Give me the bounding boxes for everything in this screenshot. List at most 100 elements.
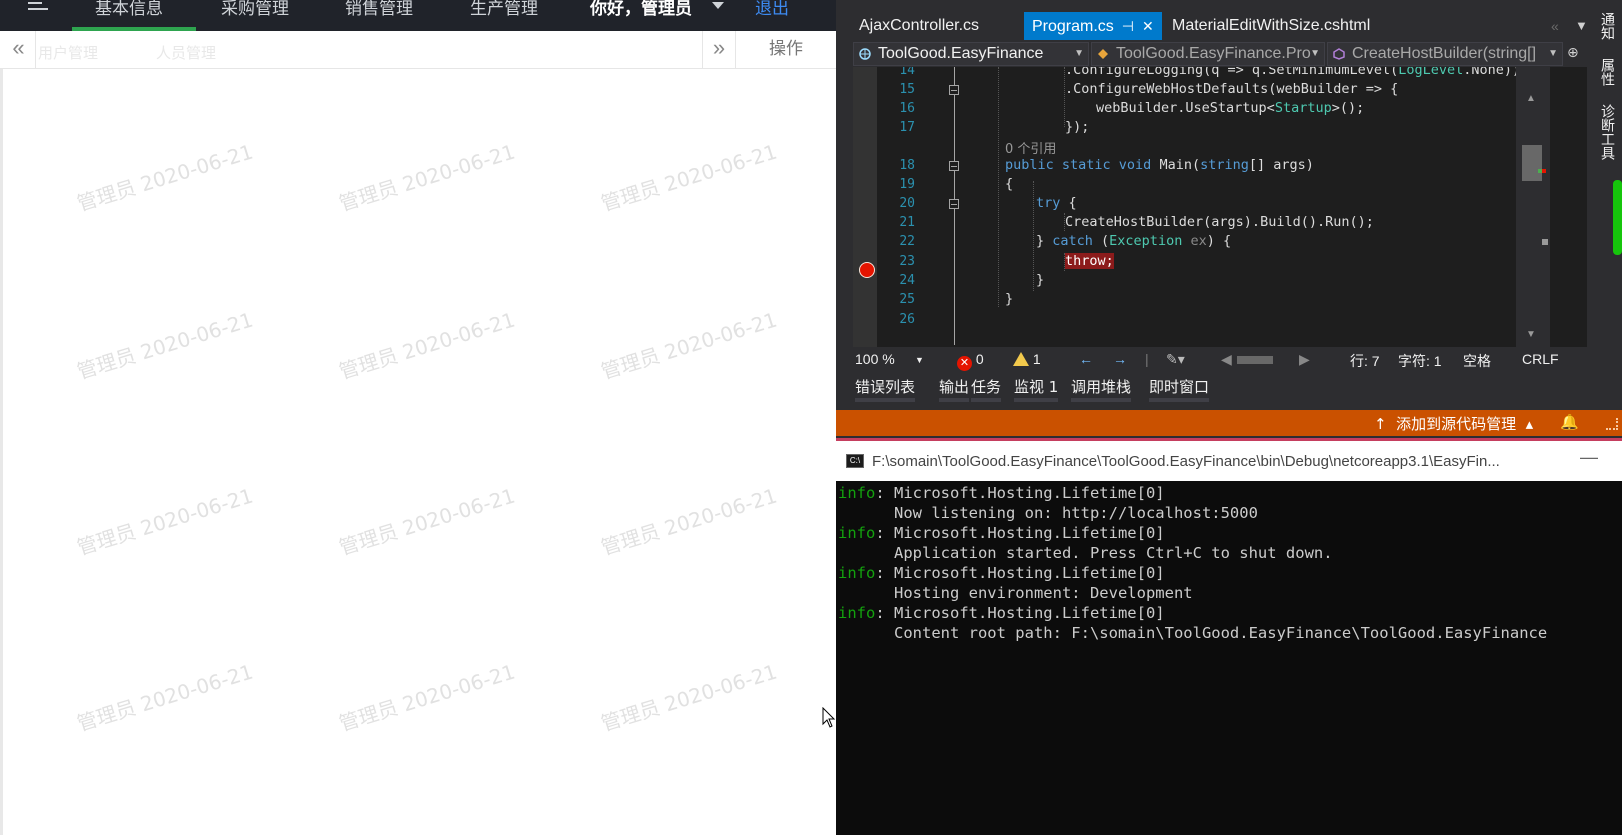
doc-tab-ajaxcontroller[interactable]: AjaxController.cs — [851, 12, 987, 40]
tab-scroll-right-button[interactable]: » — [702, 31, 736, 68]
line-number: 16 — [899, 101, 915, 116]
nav-item-purchasing[interactable]: 采购管理 — [221, 0, 289, 19]
page-tab-staff-management[interactable]: 人员管理 — [156, 42, 216, 63]
console-title: F:\somain\ToolGood.EasyFinance\ToolGood.… — [872, 453, 1500, 470]
add-to-source-control-button[interactable]: ↑ 添加到源代码管理 ▴ — [1374, 413, 1533, 434]
watermark: 管理员 2020-06-21 — [598, 307, 780, 384]
resize-grip-icon[interactable] — [1606, 418, 1618, 430]
zoom-dropdown-icon[interactable]: ▼ — [915, 355, 924, 365]
warning-indicator[interactable]: 1 — [1013, 351, 1041, 367]
collapse-icon[interactable] — [949, 85, 959, 95]
class-dropdown[interactable]: ToolGood.EasyFinance.Pro ▼ — [1091, 42, 1325, 66]
chevron-down-icon: ▼ — [1548, 48, 1558, 59]
tool-tab-tasks[interactable]: 任务 — [971, 376, 1002, 402]
console-title-bar[interactable]: C:\ F:\somain\ToolGood.EasyFinance\ToolG… — [836, 441, 1622, 481]
scroll-up-icon[interactable]: ▲ — [1526, 93, 1536, 104]
project-dropdown[interactable]: ToolGood.EasyFinance ▼ — [853, 42, 1089, 66]
project-name: ToolGood.EasyFinance — [878, 45, 1044, 62]
scrollbar-thumb[interactable] — [1522, 145, 1542, 181]
code-editor[interactable]: 14 15 16 17 18 19 20 21 22 23 24 25 26 .… — [853, 67, 1587, 347]
visual-studio-window: AjaxController.cs Program.cs ⊣ ✕ MaterialE… — [836, 0, 1622, 410]
log-text: Microsoft.Hosting.Lifetime[0] — [894, 604, 1165, 622]
tool-tab-error-list[interactable]: 错误列表 — [855, 376, 916, 402]
project-icon — [859, 48, 871, 60]
tool-tab-call-stack[interactable]: 调用堆栈 — [1071, 376, 1132, 402]
split-window-icon[interactable]: ⊕ — [1567, 44, 1579, 61]
navigate-forward-icon[interactable]: → — [1113, 351, 1127, 367]
code-navigation-bar: ToolGood.EasyFinance ▼ ToolGood.EasyFina… — [853, 42, 1587, 66]
tool-tab-watch[interactable]: 监视 1 — [1014, 376, 1059, 402]
watermark: 管理员 2020-06-21 — [598, 139, 780, 216]
method-icon — [1333, 48, 1345, 60]
close-icon[interactable]: ✕ — [1142, 12, 1154, 40]
pin-icon[interactable]: ⊣ — [1122, 12, 1134, 40]
scroll-left-icon[interactable]: ◀ — [1221, 351, 1232, 368]
notification-bell-icon[interactable]: 🔔 — [1560, 413, 1579, 431]
navigate-back-icon[interactable]: ← — [1079, 351, 1093, 367]
menu-toggle-icon[interactable] — [28, 0, 48, 10]
console-line: Hosting environment: Development — [838, 583, 1622, 603]
vs-status-bar: ↑ 添加到源代码管理 ▴ 🔔 — [836, 410, 1622, 436]
nav-item-sales[interactable]: 销售管理 — [345, 0, 413, 19]
error-indicator[interactable]: ✕ 0 — [957, 351, 984, 371]
user-menu[interactable]: 你好，管理员 — [590, 0, 692, 19]
console-line: info: Microsoft.Hosting.Lifetime[0] — [838, 564, 1165, 582]
collapse-icon[interactable] — [949, 161, 959, 171]
page-content-area: 管理员 2020-06-21 管理员 2020-06-21 管理员 2020-0… — [0, 69, 836, 835]
tool-window-tabs: 错误列表 输出 任务 监视 1 调用堆栈 即时窗口 — [853, 372, 1587, 408]
line-number: 26 — [899, 312, 915, 327]
code-line: { — [1005, 176, 1014, 192]
watermark: 管理员 2020-06-21 — [74, 139, 256, 216]
tool-tab-output[interactable]: 输出 — [939, 376, 970, 402]
code-line: } — [1005, 291, 1014, 307]
cursor-char: 字符: 1 — [1398, 353, 1442, 369]
nav-item-production[interactable]: 生产管理 — [470, 0, 538, 19]
console-output[interactable]: info: Microsoft.Hosting.Lifetime[0] Now … — [838, 483, 1622, 643]
watermark: 管理员 2020-06-21 — [598, 659, 780, 736]
scroll-down-icon[interactable]: ▼ — [1526, 329, 1536, 340]
horizontal-scroll-thumb[interactable] — [1237, 356, 1273, 364]
dock-tab-notifications[interactable]: 通知 — [1597, 12, 1617, 40]
watermark: 管理员 2020-06-21 — [74, 659, 256, 736]
page-tab-user-management[interactable]: 用户管理 — [38, 42, 98, 63]
dock-tab-diagnostics[interactable]: 诊断工具 — [1597, 104, 1617, 160]
scroll-marker — [1542, 239, 1548, 245]
indent-guide — [1033, 181, 1034, 291]
chevron-down-icon: ▼ — [1310, 48, 1320, 59]
tab-list-dropdown-icon[interactable]: ▼ — [1575, 18, 1588, 33]
collapse-icon[interactable] — [949, 199, 959, 209]
code-line: webBuilder.UseStartup<Startup>(); — [1096, 100, 1365, 116]
vertical-scrollbar[interactable]: ▲ ▼ — [1516, 67, 1550, 347]
user-menu-caret-icon[interactable] — [712, 2, 724, 9]
zoom-level[interactable]: 100 % — [855, 351, 895, 367]
glyph-margin[interactable] — [853, 67, 877, 347]
minimize-icon[interactable]: — — [1580, 447, 1598, 468]
cursor-line: 行: 7 — [1350, 353, 1380, 369]
warning-count: 1 — [1032, 351, 1041, 367]
watermark: 管理员 2020-06-21 — [336, 307, 518, 384]
codelens-references[interactable]: 0 个引用 — [1005, 138, 1056, 157]
doc-tab-materialedit[interactable]: MaterialEditWithSize.cshtml — [1164, 12, 1378, 40]
code-line: .ConfigureWebHostDefaults(webBuilder => … — [1065, 81, 1399, 97]
breakpoint-icon[interactable] — [859, 262, 875, 278]
indent-mode[interactable]: 空格 — [1463, 351, 1491, 371]
document-tab-well: AjaxController.cs Program.cs ⊣ ✕ MaterialE… — [851, 12, 1606, 40]
watermark: 管理员 2020-06-21 — [74, 307, 256, 384]
line-ending[interactable]: CRLF — [1522, 351, 1559, 367]
cleanup-brush-icon[interactable]: ✎▾ — [1166, 351, 1185, 368]
logout-link[interactable]: 退出 — [755, 0, 789, 19]
dock-tab-properties[interactable]: 属性 — [1597, 58, 1617, 86]
class-name: ToolGood.EasyFinance.Pro — [1116, 45, 1311, 62]
tab-overflow-icon[interactable]: « — [1551, 18, 1559, 34]
console-line: info: Microsoft.Hosting.Lifetime[0] — [838, 604, 1165, 622]
line-number: 23 — [899, 254, 915, 269]
line-number: 18 — [899, 158, 915, 173]
tab-scroll-left-button[interactable]: « — [2, 31, 36, 68]
doc-tab-program[interactable]: Program.cs ⊣ ✕ — [1024, 12, 1162, 40]
member-dropdown[interactable]: CreateHostBuilder(string[] ▼ — [1327, 42, 1563, 66]
log-level: info — [838, 604, 876, 622]
tab-operations-menu[interactable]: 操作 — [736, 31, 836, 68]
scroll-right-icon[interactable]: ▶ — [1299, 351, 1310, 368]
nav-item-basic-info[interactable]: 基本信息 — [95, 0, 163, 19]
tool-tab-immediate[interactable]: 即时窗口 — [1149, 376, 1210, 402]
